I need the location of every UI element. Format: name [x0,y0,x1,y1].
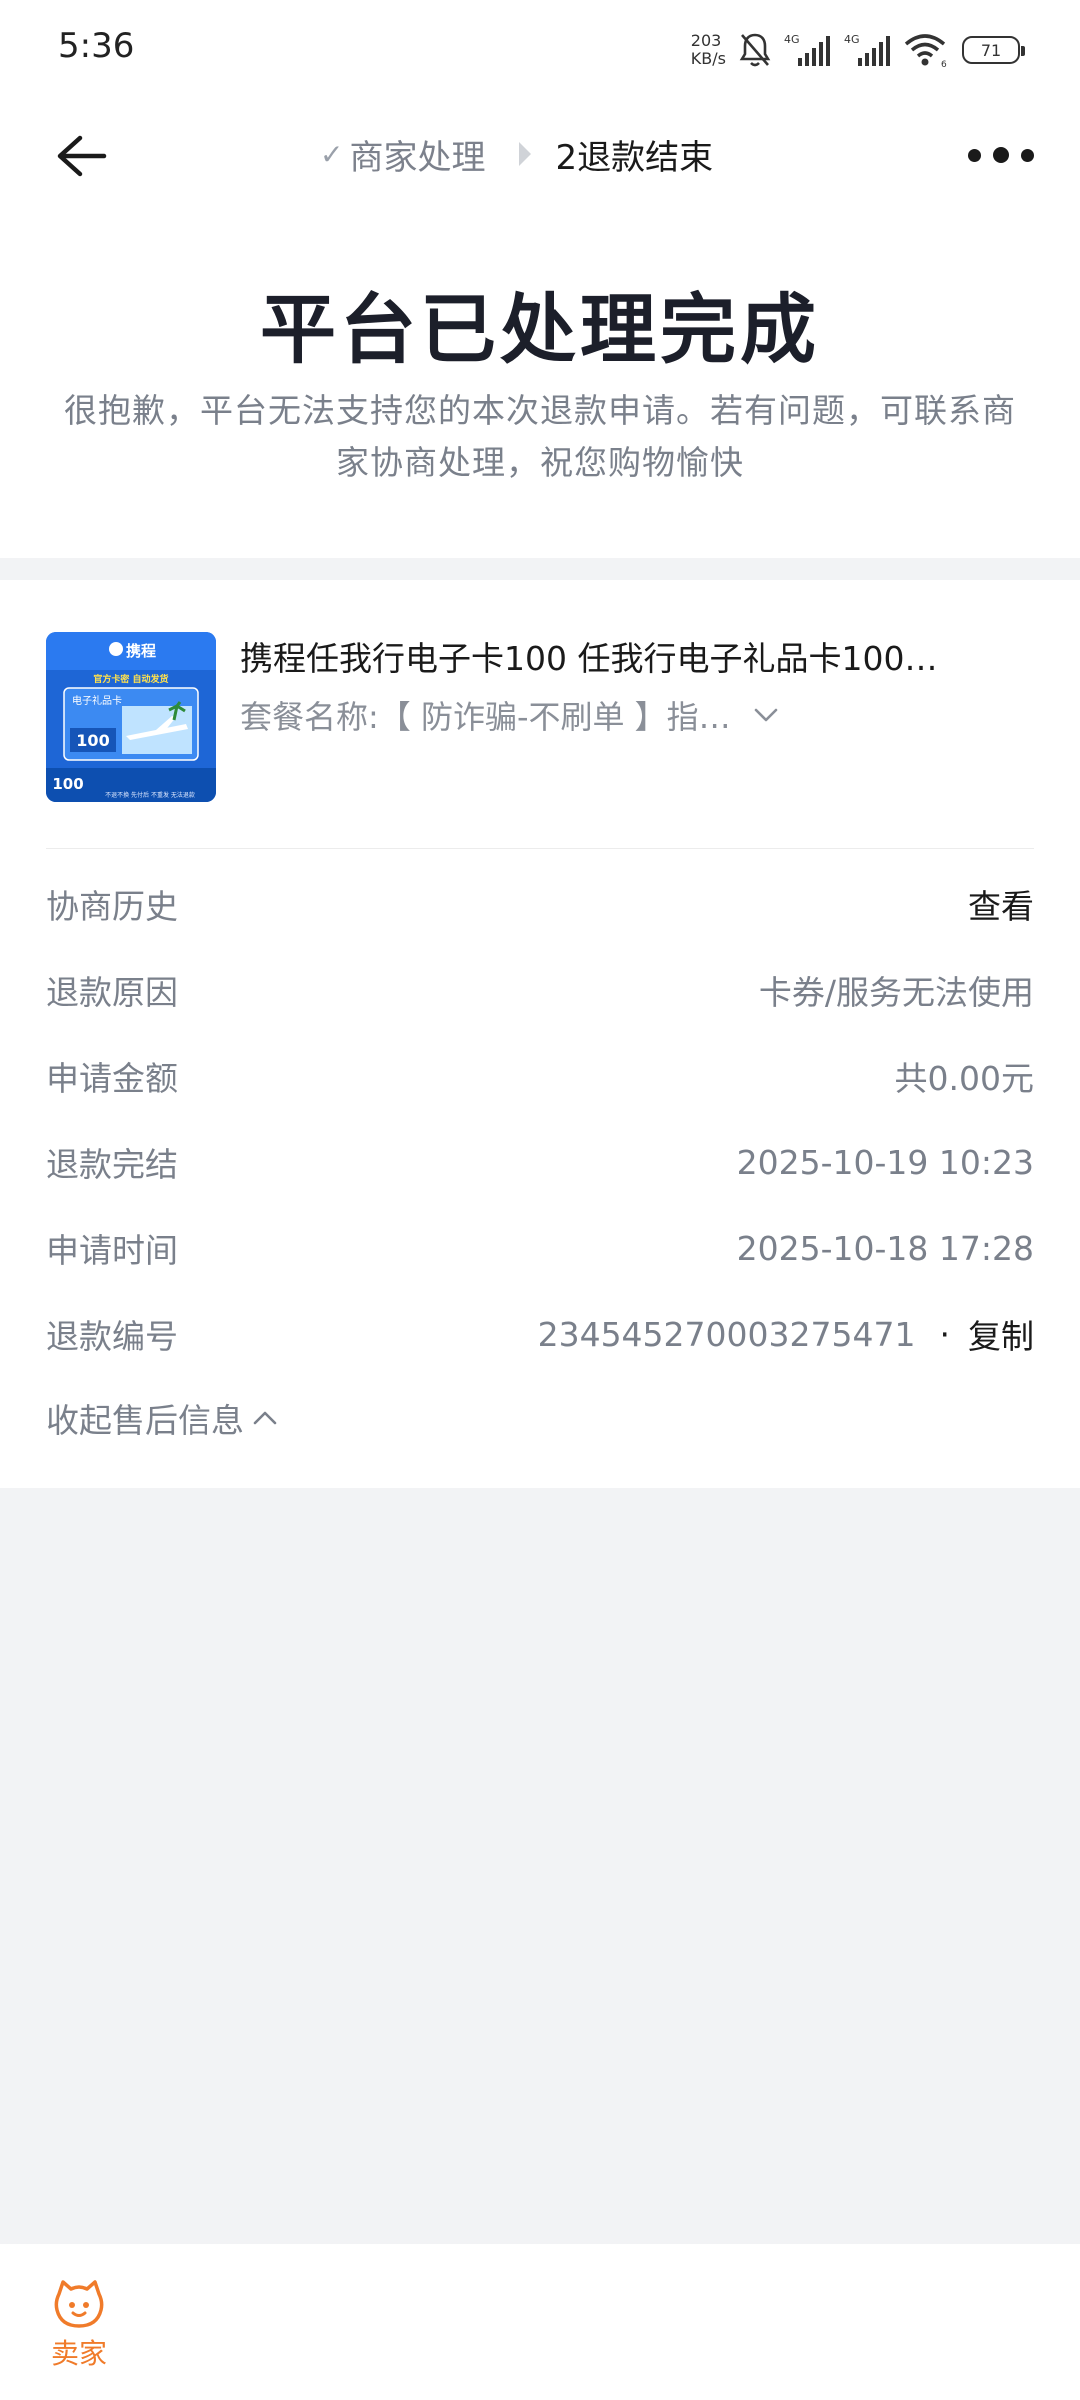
signal-icon: 4G [784,30,832,70]
step-merchant-processing: ✓ 商家处理 [320,137,486,178]
svg-text:100: 100 [52,775,83,793]
chevron-up-icon [252,1409,278,1427]
collapse-aftersale-button[interactable]: 收起售后信息 [46,1394,278,1442]
divider [46,848,1034,849]
status-icons: 203 KB/s 4G 4G 6 71 [690,28,1025,72]
status-bar: 5:36 203 KB/s 4G 4G 6 71 [0,0,1080,100]
refund-number-row: 退款编号 234545270003275471 · 复制 [46,1306,1034,1362]
bottom-bar: 卖家 [0,2244,1080,2400]
result-header: 平台已处理完成 很抱歉，平台无法支持您的本次退款申请。若有问题，可联系商家协商处… [0,210,1080,558]
svg-text:官方卡密 自动发货: 官方卡密 自动发货 [93,673,168,685]
page-title: 平台已处理完成 [260,285,820,374]
result-description: 很抱歉，平台无法支持您的本次退款申请。若有问题，可联系商家协商处理，祝您购物愉快 [64,391,1016,482]
apply-time-row: 申请时间 2025-10-18 17:28 [46,1228,1034,1271]
apply-amount-row: 申请金额 共0.00元 [46,1059,1034,1098]
mute-bell-icon [738,30,772,70]
copy-button[interactable]: 复制 [968,1310,1034,1358]
more-options-button[interactable] [968,140,1034,170]
network-speed: 203 KB/s [690,31,726,68]
refund-complete-row: 退款完结 2025-10-19 10:23 [46,1142,1034,1185]
svg-text:6: 6 [941,60,947,68]
refund-info-card: 携程 官方卡密 自动发货 电子礼品卡 100 100 不退不换 先付后 不重发 … [0,580,1080,1488]
view-history-link[interactable]: 查看 [968,880,1034,928]
wifi-icon: 6 [904,30,950,70]
svg-text:100: 100 [76,731,109,750]
seller-button[interactable]: 卖家 [46,2280,112,2372]
nav-bar: ✓ 商家处理 2退款结束 [0,100,1080,210]
negotiation-history-row[interactable]: 协商历史 查看 [46,876,1034,932]
step-refund-ended: 2退款结束 [555,137,714,178]
step-separator-icon [517,139,533,169]
svg-text:电子礼品卡: 电子礼品卡 [72,694,122,707]
refund-reason-row: 退款原因 卡券/服务无法使用 [46,973,1034,1012]
signal-icon-2: 4G [844,30,892,70]
svg-text:4G: 4G [844,33,860,46]
svg-text:携程: 携程 [126,642,156,660]
svg-text:4G: 4G [784,33,800,46]
product-title[interactable]: 携程任我行电子卡100 任我行电子礼品卡100… [240,632,1020,680]
status-time: 5:36 [58,26,135,66]
check-icon: ✓ [320,137,344,171]
seller-avatar-icon [54,2280,104,2328]
battery-icon: 71 [962,36,1025,64]
refund-progress-steps: ✓ 商家处理 2退款结束 [320,126,713,182]
chevron-down-icon [753,707,779,723]
refund-number: 234545270003275471 [537,1314,916,1354]
svg-text:不退不换 先付后 不重发 无法退款: 不退不换 先付后 不重发 无法退款 [105,791,195,799]
back-button[interactable] [52,126,112,186]
product-image[interactable]: 携程 官方卡密 自动发货 电子礼品卡 100 100 不退不换 先付后 不重发 … [46,632,216,802]
arrow-left-icon [57,135,107,177]
product-spec[interactable]: 套餐名称:【 防诈骗-不刷单 】指… [240,692,779,738]
